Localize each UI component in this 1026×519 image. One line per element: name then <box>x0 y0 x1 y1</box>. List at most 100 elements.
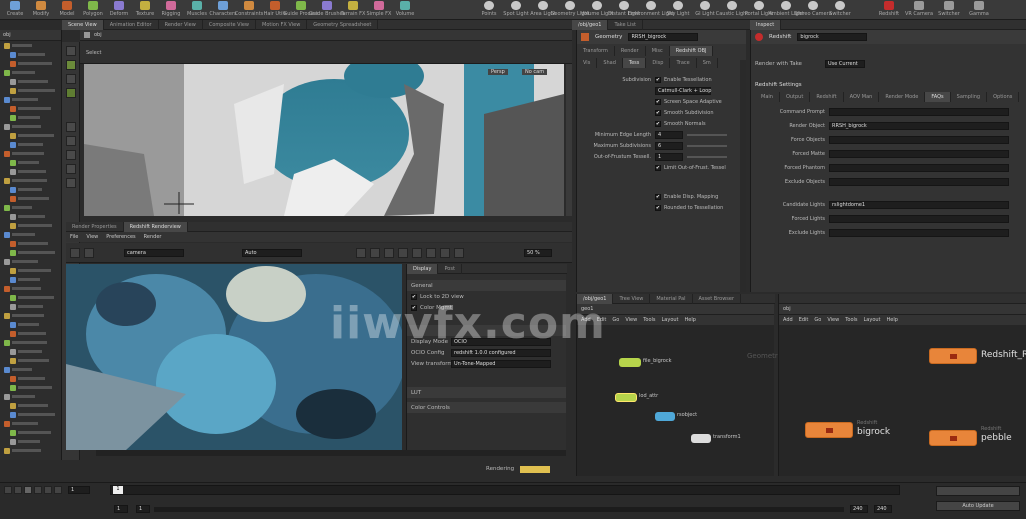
obj-net-path[interactable]: obj <box>783 306 791 312</box>
render-take-field[interactable]: Use Current <box>825 59 865 68</box>
rs-field-value[interactable] <box>829 135 1009 144</box>
settings-icon[interactable] <box>454 248 464 258</box>
tree-row[interactable] <box>0 212 61 221</box>
pebble-node[interactable] <box>929 430 977 446</box>
tree-row[interactable] <box>0 275 61 284</box>
frame-end-field[interactable]: 240 <box>850 505 868 513</box>
frame-end2-field[interactable]: 240 <box>874 505 892 513</box>
network-right[interactable]: obj Add Edit Go View Tools Layout Help Redshif… <box>778 294 1026 476</box>
geo-check[interactable]: ✔ <box>655 120 661 127</box>
tree-row[interactable] <box>0 419 61 428</box>
auto-update-button[interactable]: Auto Update <box>936 501 1020 511</box>
move-tool-icon[interactable] <box>66 60 76 70</box>
aov-field[interactable]: Auto <box>242 249 302 257</box>
tree-row[interactable] <box>0 50 61 59</box>
viewport-path[interactable]: obj <box>94 32 102 38</box>
persp-menu[interactable]: Persp <box>488 69 508 75</box>
render-start-icon[interactable] <box>70 248 80 258</box>
tree-row[interactable] <box>0 68 61 77</box>
tab-1[interactable]: Redshift Renderview <box>123 222 188 232</box>
step-back-icon[interactable] <box>14 486 22 494</box>
tab-1[interactable]: Tree View <box>613 294 651 304</box>
render-stop-icon[interactable] <box>84 248 94 258</box>
light-tool-10[interactable]: Portal Light <box>745 1 773 18</box>
crop-icon[interactable] <box>370 248 380 258</box>
geo-subtab-4[interactable]: Trace <box>670 58 697 68</box>
tree-row[interactable] <box>0 329 61 338</box>
shelf-tool-9[interactable]: Constraints <box>235 1 263 18</box>
rv-menu-0[interactable]: File <box>70 234 78 240</box>
tab-1[interactable]: Take List <box>608 20 643 30</box>
net-menu-0[interactable]: Add <box>783 317 793 323</box>
shelf-tool-3[interactable]: Polygon <box>82 1 104 18</box>
light-tool-9[interactable]: Caustic Light <box>716 1 748 18</box>
geo-subtab-1[interactable]: Shad <box>597 58 623 68</box>
play-icon[interactable] <box>34 486 42 494</box>
geo-menu-field[interactable]: Catmull-Clark + Loop <box>655 86 711 95</box>
lut-section[interactable]: LUT <box>407 387 566 398</box>
geo-subtab-3[interactable]: Disp <box>646 58 671 68</box>
tree-row[interactable] <box>0 248 61 257</box>
net-menu-4[interactable]: Tools <box>643 317 655 323</box>
tree-row[interactable] <box>0 311 61 320</box>
scene-tree[interactable]: obj <box>0 30 62 460</box>
tree-row[interactable] <box>0 374 61 383</box>
tab-4[interactable]: Motion FX View <box>256 20 308 30</box>
geo-num-field[interactable]: 1 <box>655 152 683 161</box>
pose-tool-icon[interactable] <box>66 136 76 146</box>
rs-tab-3[interactable]: AOV Man <box>844 92 880 102</box>
geo-subtab-5[interactable]: Sm <box>697 58 718 68</box>
tab-2[interactable]: Material Pal <box>650 294 693 304</box>
rs-tab-5[interactable]: FAQs <box>925 92 951 102</box>
geo-slider[interactable] <box>687 133 727 136</box>
net-menu-2[interactable]: Go <box>814 317 821 323</box>
rs-field-value[interactable] <box>829 149 1009 158</box>
geo-slider[interactable] <box>687 155 727 158</box>
go-start-icon[interactable] <box>4 486 12 494</box>
geo-check[interactable]: ✔ <box>655 109 661 116</box>
tree-row[interactable] <box>0 221 61 230</box>
tab-0[interactable]: Display <box>407 264 439 274</box>
tab-3[interactable]: Asset Browser <box>693 294 742 304</box>
brush-tool-icon[interactable] <box>66 178 76 188</box>
view-transform-field[interactable]: Un-Tone-Mapped <box>451 359 551 368</box>
rs-field-value[interactable] <box>829 163 1009 172</box>
rs-tab-6[interactable]: Sampling <box>951 92 988 102</box>
tree-row[interactable] <box>0 185 61 194</box>
net-menu-3[interactable]: View <box>625 317 637 323</box>
geo-num-field[interactable]: 6 <box>655 141 683 150</box>
rs-tab-0[interactable]: Main <box>755 92 780 102</box>
file-node[interactable] <box>619 358 641 367</box>
tab-1[interactable]: Post <box>438 264 462 274</box>
light-tool-7[interactable]: Sky Light <box>667 1 689 18</box>
tree-row[interactable] <box>0 149 61 158</box>
far-tool-1[interactable]: VR Camera <box>905 1 933 18</box>
tab-0[interactable]: Inspect <box>750 20 782 30</box>
tree-row[interactable] <box>0 428 61 437</box>
tree-row[interactable] <box>0 446 61 455</box>
shelf-tool-6[interactable]: Rigging <box>160 1 182 18</box>
bigrock-node[interactable] <box>805 422 853 438</box>
current-frame-field[interactable]: 1 <box>68 486 90 494</box>
shelf-tool-15[interactable]: Volume <box>394 1 416 18</box>
rv-menu-3[interactable]: Render <box>144 234 162 240</box>
geo-check[interactable]: ✔ <box>655 164 661 171</box>
rs-field-value[interactable]: rslightdome1 <box>829 200 1009 209</box>
shelf-tool-1[interactable]: Modify <box>30 1 52 18</box>
tree-row[interactable] <box>0 230 61 239</box>
geo-subtab-0[interactable]: Vis <box>577 58 598 68</box>
lod-node[interactable] <box>615 393 637 402</box>
transform-node[interactable] <box>691 434 711 443</box>
shelf-tool-4[interactable]: Deform <box>108 1 130 18</box>
light-tool-3[interactable]: Geometry Light <box>551 1 590 18</box>
tree-row[interactable] <box>0 122 61 131</box>
rs-tab-4[interactable]: Render Mode <box>879 92 926 102</box>
rs-field-value[interactable]: RRSH_bigrock <box>829 121 1009 130</box>
rs-node-name[interactable]: bigrock <box>797 33 868 41</box>
view-tool-icon[interactable] <box>66 150 76 160</box>
color-controls-section[interactable]: Color Controls <box>407 402 566 413</box>
stop-icon[interactable] <box>24 486 32 494</box>
tree-row[interactable] <box>0 140 61 149</box>
net-menu-3[interactable]: View <box>827 317 839 323</box>
geo-tab-3[interactable]: Redshift OBJ <box>669 46 714 56</box>
